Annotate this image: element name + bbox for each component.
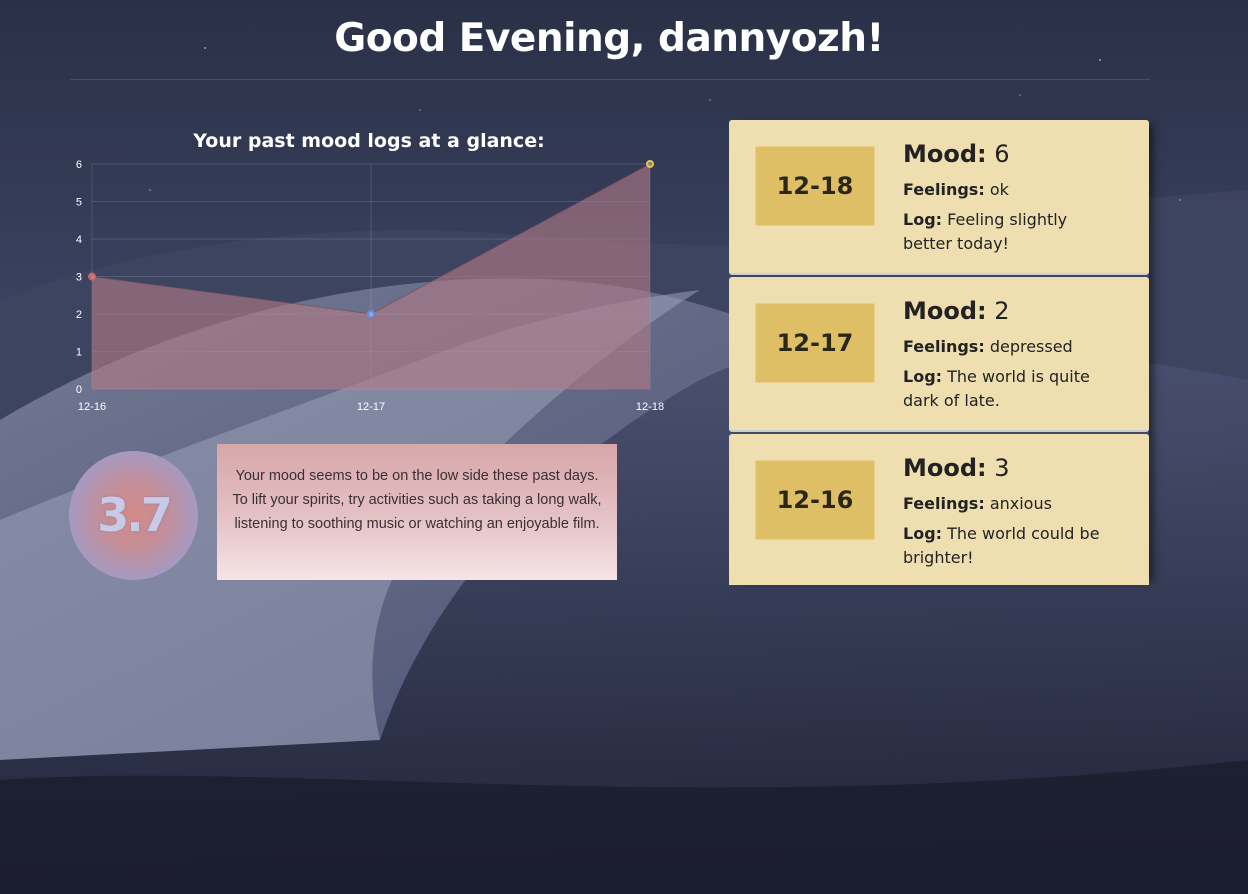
mood-label: Mood: (903, 454, 987, 482)
advice-line-3: listening to soothing music or watching … (234, 516, 600, 532)
log-card[interactable]: 12-16 Mood: 3 Feelings: anxious Log: The… (729, 434, 1149, 585)
log-feelings: Feelings: anxious (903, 494, 1052, 513)
mood-point (367, 310, 375, 318)
x-tick-label: 12-18 (636, 401, 664, 413)
y-tick-label: 5 (76, 197, 82, 209)
log-mood: Mood: 6 (903, 140, 1010, 168)
mood-value: 3 (994, 454, 1010, 482)
log-text: Log: Feeling slightly better today! (903, 208, 1118, 256)
mood-chart-svg: 0 1 2 3 4 5 6 12-16 12-17 12-18 (76, 159, 664, 413)
log-label: Log: (903, 210, 943, 229)
mood-value: 2 (994, 297, 1010, 325)
feelings-value: depressed (989, 337, 1073, 356)
advice-line-2: To lift your spirits, try activities suc… (232, 492, 602, 508)
y-tick-label: 2 (76, 309, 82, 321)
log-label: Log: (903, 524, 943, 543)
log-date: 12-18 (755, 146, 875, 226)
y-tick-label: 1 (76, 347, 82, 359)
feelings-label: Feelings: (903, 180, 985, 199)
mood-advice-box: Your mood seems to be on the low side th… (217, 444, 617, 580)
feelings-label: Feelings: (903, 494, 985, 513)
y-tick-label: 0 (76, 384, 82, 396)
log-text: Log: The world could be brighter! (903, 522, 1118, 570)
advice-line-1: Your mood seems to be on the low side th… (235, 468, 599, 484)
log-mood: Mood: 3 (903, 454, 1010, 482)
greeting-title: Good Evening, dannyozh! (334, 16, 884, 61)
mood-point (646, 160, 654, 168)
mood-label: Mood: (903, 297, 987, 325)
mood-chart: Your past mood logs at a glance: 0123456… (60, 120, 700, 420)
feelings-value: ok (989, 180, 1009, 199)
mood-value: 6 (994, 140, 1010, 168)
header-divider (70, 79, 1150, 80)
y-tick-label: 3 (76, 272, 82, 284)
log-feelings: Feelings: ok (903, 180, 1009, 199)
y-tick-label: 6 (76, 159, 82, 171)
log-card[interactable]: 12-17 Mood: 2 Feelings: depressed Log: T… (729, 277, 1149, 432)
feelings-label: Feelings: (903, 337, 985, 356)
mood-log-list[interactable]: 12-18 Mood: 6 Feelings: ok Log: Feeling … (729, 120, 1149, 585)
log-date: 12-16 (755, 460, 875, 540)
y-tick-label: 4 (76, 234, 82, 246)
log-date: 12-17 (755, 303, 875, 383)
log-feelings: Feelings: depressed (903, 337, 1073, 356)
feelings-value: anxious (989, 494, 1052, 513)
log-card[interactable]: 12-18 Mood: 6 Feelings: ok Log: Feeling … (729, 120, 1149, 275)
log-text: Log: The world is quite dark of late. (903, 365, 1118, 413)
log-mood: Mood: 2 (903, 297, 1010, 325)
x-tick-label: 12-17 (357, 401, 385, 413)
average-mood-value: 3.7 (97, 488, 173, 542)
average-mood-circle: 3.7 (69, 451, 198, 580)
x-tick-label: 12-16 (78, 401, 106, 413)
mood-label: Mood: (903, 140, 987, 168)
log-label: Log: (903, 367, 943, 386)
mood-point (88, 272, 96, 281)
